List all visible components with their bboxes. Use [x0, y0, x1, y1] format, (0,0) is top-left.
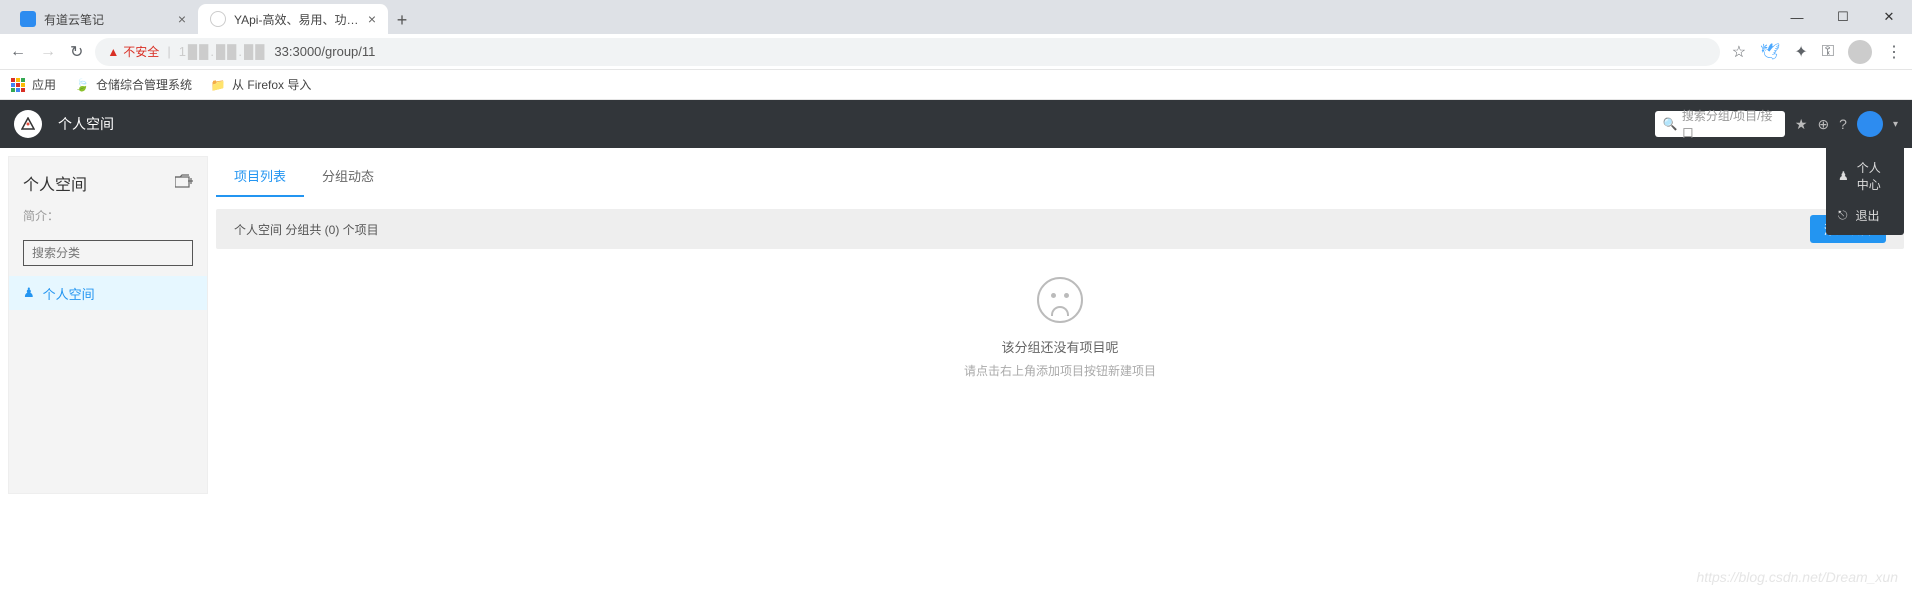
browser-tab-strip: 有道云笔记 × YApi-高效、易用、功能强大的… × + — ☐ ✕: [0, 0, 1912, 34]
menu-profile[interactable]: ♟ 个人中心: [1826, 152, 1904, 200]
separator: |: [167, 44, 170, 59]
chevron-down-icon[interactable]: ▾: [1893, 119, 1898, 130]
search-icon: 🔍: [1663, 117, 1678, 131]
empty-state: 该分组还没有项目呢 请点击右上角添加项目按钮新建项目: [216, 249, 1904, 407]
insecure-label: 不安全: [123, 43, 159, 60]
browser-tab-label: YApi-高效、易用、功能强大的…: [234, 11, 360, 28]
bookmark-label: 仓储综合管理系统: [96, 76, 192, 93]
address-bar: ← → ↻ ▲ 不安全 | 1██.██.██ 33:3000/group/11…: [0, 34, 1912, 70]
user-icon: ♟: [23, 285, 35, 301]
main: 个人空间 简介： ♟ 个人空间 项目列表 分组动态 个人空间 分组共 (0) 个…: [0, 148, 1912, 502]
watermark: https://blog.csdn.net/Dream_xun: [1696, 569, 1898, 585]
header-right: 🔍 搜索分组/项目/接口 ★ ⊕ ? ▾: [1655, 111, 1898, 137]
header-search[interactable]: 🔍 搜索分组/项目/接口: [1655, 111, 1785, 137]
sidebar: 个人空间 简介： ♟ 个人空间: [8, 156, 208, 494]
menu-icon[interactable]: ⋮: [1886, 42, 1902, 62]
window-controls: — ☐ ✕: [1774, 0, 1912, 34]
url-visible: 33:3000/group/11: [274, 44, 375, 59]
add-folder-icon[interactable]: [175, 174, 193, 193]
sidebar-header: 个人空间: [9, 157, 207, 203]
breadcrumb[interactable]: 个人空间: [58, 114, 114, 134]
extensions-icon[interactable]: ✦: [1794, 42, 1807, 62]
empty-subtitle: 请点击右上角添加项目按钮新建项目: [216, 362, 1904, 379]
menu-logout-label: 退出: [1856, 207, 1880, 224]
url-blurred: 1██.██.██: [179, 44, 267, 59]
sad-face-icon: [1037, 277, 1083, 323]
sidebar-item-personal[interactable]: ♟ 个人空间: [9, 276, 207, 310]
new-tab-button[interactable]: +: [388, 6, 416, 34]
sidebar-search[interactable]: [23, 240, 193, 266]
menu-logout[interactable]: ⎋ 退出: [1826, 200, 1904, 231]
sidebar-title: 个人空间: [23, 171, 87, 195]
empty-title: 该分组还没有项目呢: [216, 337, 1904, 356]
content: 项目列表 分组动态 个人空间 分组共 (0) 个项目 添加项目 该分组还没有项目…: [216, 156, 1904, 494]
browser-tab-0[interactable]: 有道云笔记 ×: [8, 4, 198, 34]
add-icon[interactable]: ⊕: [1817, 116, 1829, 133]
sidebar-item-label: 个人空间: [43, 284, 95, 303]
profile-icon[interactable]: [1848, 40, 1872, 64]
folder-icon: 📁: [210, 77, 226, 93]
omnibox[interactable]: ▲ 不安全 | 1██.██.██ 33:3000/group/11: [95, 38, 1719, 66]
bird-icon[interactable]: 🕊: [1760, 42, 1780, 62]
nav-icons: ← → ↻: [10, 42, 83, 62]
star-icon[interactable]: ☆: [1732, 42, 1746, 62]
star-icon[interactable]: ★: [1795, 116, 1808, 133]
key-icon[interactable]: ⚿: [1822, 43, 1834, 61]
maximize-icon[interactable]: ☐: [1820, 0, 1866, 34]
app-header: 个人空间 🔍 搜索分组/项目/接口 ★ ⊕ ? ▾ ♟ 个人中心 ⎋ 退出: [0, 100, 1912, 148]
avatar[interactable]: [1857, 111, 1883, 137]
warning-icon: ▲: [107, 45, 119, 59]
close-window-icon[interactable]: ✕: [1866, 0, 1912, 34]
bookmark-2[interactable]: 📁 从 Firefox 导入: [210, 76, 311, 93]
note-icon: [20, 11, 36, 27]
user-icon: ♟: [1838, 169, 1849, 183]
bookmark-1[interactable]: 🍃 仓储综合管理系统: [74, 76, 192, 93]
help-icon[interactable]: ?: [1839, 116, 1847, 132]
user-menu: ♟ 个人中心 ⎋ 退出: [1826, 148, 1904, 235]
sidebar-search-input[interactable]: [32, 246, 184, 260]
back-icon[interactable]: ←: [10, 43, 26, 61]
browser-tab-1[interactable]: YApi-高效、易用、功能强大的… ×: [198, 4, 388, 34]
yapi-icon: [210, 11, 226, 27]
apps-label: 应用: [32, 76, 56, 93]
forward-icon[interactable]: →: [40, 43, 56, 61]
toolbar-right-icons: ☆ 🕊 ✦ ⚿ ⋮: [1732, 40, 1902, 64]
bookmarks-bar: 应用 🍃 仓储综合管理系统 📁 从 Firefox 导入: [0, 70, 1912, 100]
projects-summary: 个人空间 分组共 (0) 个项目: [234, 221, 379, 238]
header-search-placeholder: 搜索分组/项目/接口: [1682, 107, 1777, 141]
content-tabs: 项目列表 分组动态: [216, 156, 1904, 197]
insecure-badge: ▲ 不安全: [107, 43, 159, 60]
leaf-icon: 🍃: [74, 77, 90, 93]
close-icon[interactable]: ×: [178, 11, 186, 27]
bookmark-label: 从 Firefox 导入: [232, 76, 311, 93]
close-icon[interactable]: ×: [368, 11, 376, 27]
menu-profile-label: 个人中心: [1857, 159, 1892, 193]
apps-icon: [10, 77, 26, 93]
logout-icon: ⎋: [1838, 208, 1848, 223]
reload-icon[interactable]: ↻: [70, 42, 83, 62]
tab-group-activity[interactable]: 分组动态: [304, 156, 392, 197]
sidebar-intro-label: 简介：: [9, 203, 207, 234]
minimize-icon[interactable]: —: [1774, 0, 1820, 34]
apps-button[interactable]: 应用: [10, 76, 56, 93]
browser-tab-label: 有道云笔记: [44, 11, 170, 28]
projects-bar: 个人空间 分组共 (0) 个项目 添加项目: [216, 209, 1904, 249]
app-logo-icon[interactable]: [14, 110, 42, 138]
tab-project-list[interactable]: 项目列表: [216, 156, 304, 197]
